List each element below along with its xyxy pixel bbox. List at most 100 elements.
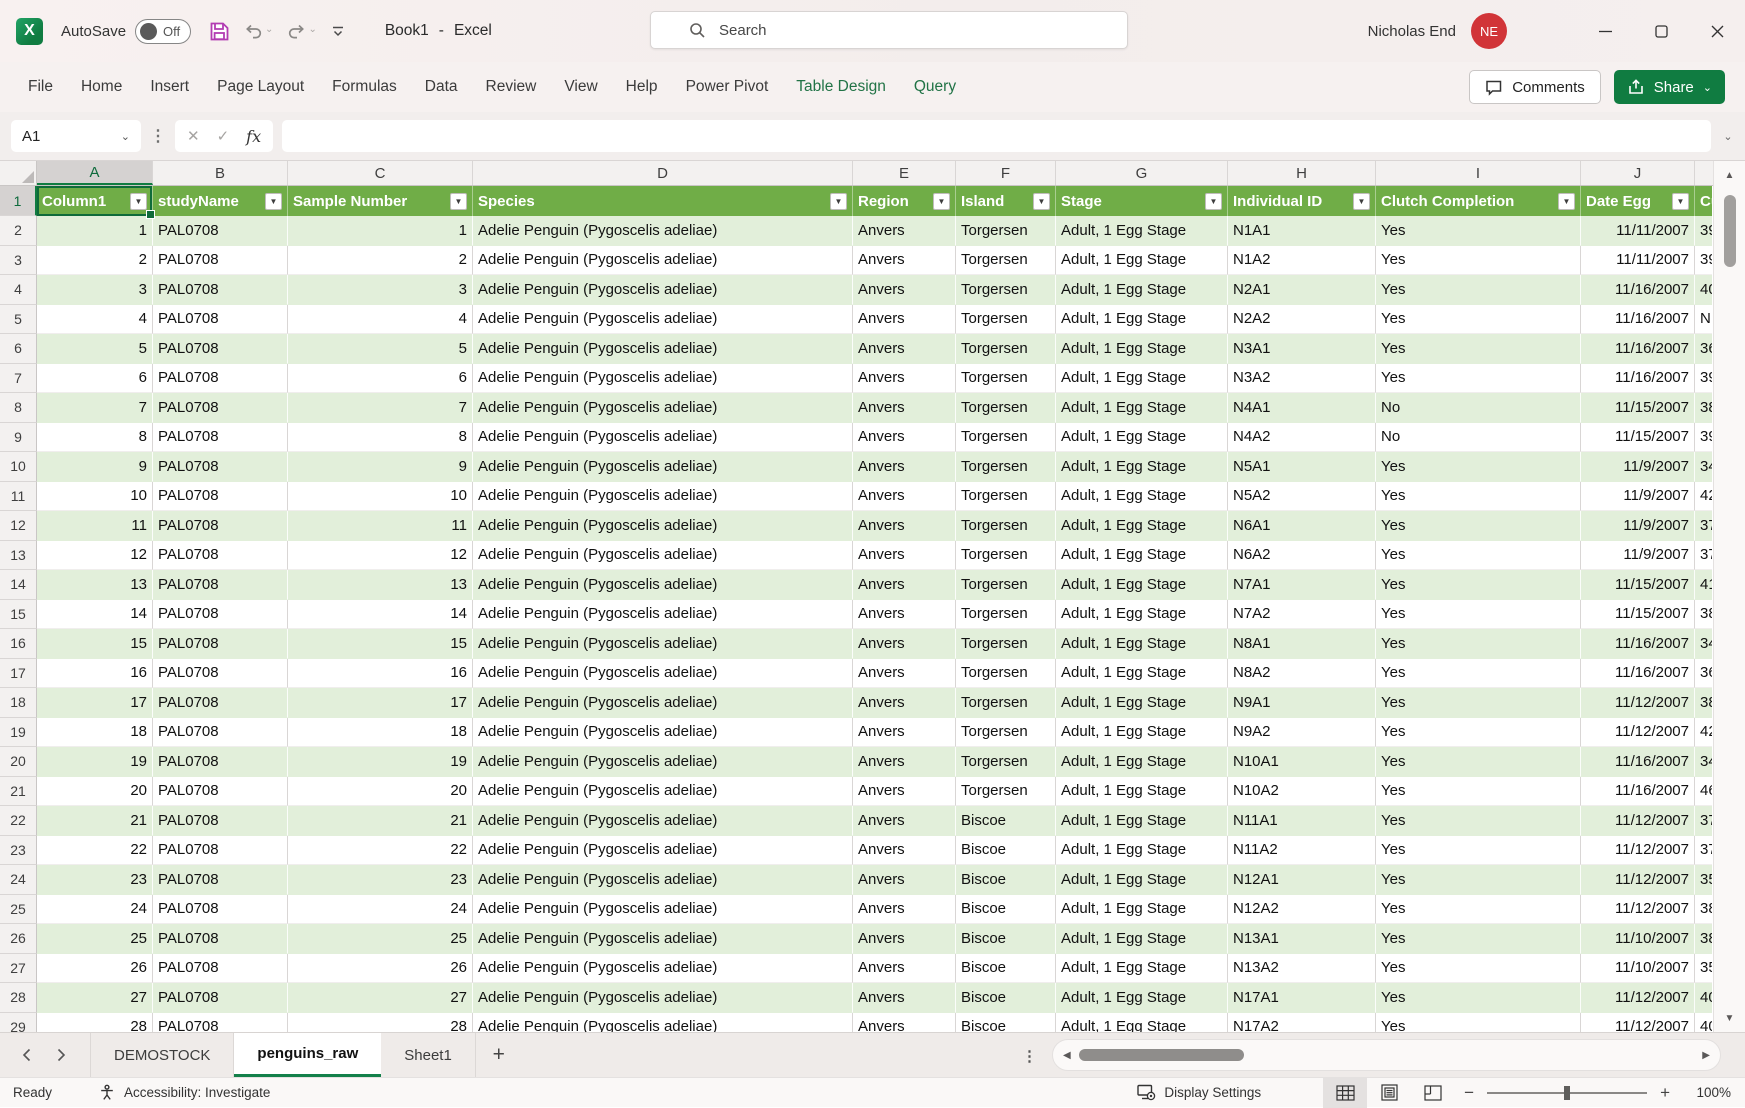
cell-F16[interactable]: Torgersen: [956, 629, 1056, 659]
row-header-7[interactable]: 7: [0, 364, 37, 394]
cell-I25[interactable]: Yes: [1376, 895, 1581, 925]
cell-I22[interactable]: Yes: [1376, 806, 1581, 836]
cell-D6[interactable]: Adelie Penguin (Pygoscelis adeliae): [473, 334, 853, 364]
cell-C27[interactable]: 26: [288, 954, 473, 984]
cell-E7[interactable]: Anvers: [853, 364, 956, 394]
cell-K27[interactable]: 35: [1695, 954, 1712, 984]
column-header-J[interactable]: J: [1581, 161, 1695, 185]
cell-B2[interactable]: PAL0708: [153, 216, 288, 246]
cell-E29[interactable]: Anvers: [853, 1013, 956, 1033]
cell-F27[interactable]: Biscoe: [956, 954, 1056, 984]
cell-H18[interactable]: N9A1: [1228, 688, 1376, 718]
column-header-H[interactable]: H: [1228, 161, 1376, 185]
cell-C18[interactable]: 17: [288, 688, 473, 718]
cell-A24[interactable]: 23: [37, 865, 153, 895]
header-cell-individual-id[interactable]: Individual ID▼: [1228, 186, 1376, 216]
cell-J2[interactable]: 11/11/2007: [1581, 216, 1695, 246]
cell-K4[interactable]: 40: [1695, 275, 1712, 305]
cell-G27[interactable]: Adult, 1 Egg Stage: [1056, 954, 1228, 984]
cell-A20[interactable]: 19: [37, 747, 153, 777]
cell-I13[interactable]: Yes: [1376, 541, 1581, 571]
avatar[interactable]: NE: [1471, 13, 1507, 49]
cell-B5[interactable]: PAL0708: [153, 305, 288, 335]
ribbon-tab-query[interactable]: Query: [900, 62, 970, 112]
cell-B3[interactable]: PAL0708: [153, 246, 288, 276]
cell-A16[interactable]: 15: [37, 629, 153, 659]
ribbon-tab-view[interactable]: View: [550, 62, 611, 112]
enter-button[interactable]: ✓: [217, 127, 230, 145]
cell-I27[interactable]: Yes: [1376, 954, 1581, 984]
cell-B19[interactable]: PAL0708: [153, 718, 288, 748]
normal-view-button[interactable]: [1323, 1078, 1367, 1108]
row-header-11[interactable]: 11: [0, 482, 37, 512]
cell-B20[interactable]: PAL0708: [153, 747, 288, 777]
cell-J11[interactable]: 11/9/2007: [1581, 482, 1695, 512]
cell-E3[interactable]: Anvers: [853, 246, 956, 276]
zoom-level[interactable]: 100%: [1679, 1085, 1731, 1100]
cell-D22[interactable]: Adelie Penguin (Pygoscelis adeliae): [473, 806, 853, 836]
cell-F25[interactable]: Biscoe: [956, 895, 1056, 925]
filter-button-stage[interactable]: ▼: [1205, 193, 1222, 210]
cell-J17[interactable]: 11/16/2007: [1581, 659, 1695, 689]
cell-G10[interactable]: Adult, 1 Egg Stage: [1056, 452, 1228, 482]
cell-J14[interactable]: 11/15/2007: [1581, 570, 1695, 600]
cell-A3[interactable]: 2: [37, 246, 153, 276]
scroll-right-icon[interactable]: ▶: [1702, 1050, 1710, 1061]
cell-F18[interactable]: Torgersen: [956, 688, 1056, 718]
cell-A9[interactable]: 8: [37, 423, 153, 453]
cell-I2[interactable]: Yes: [1376, 216, 1581, 246]
cell-H24[interactable]: N12A1: [1228, 865, 1376, 895]
cell-I4[interactable]: Yes: [1376, 275, 1581, 305]
ribbon-tab-home[interactable]: Home: [67, 62, 136, 112]
cell-F13[interactable]: Torgersen: [956, 541, 1056, 571]
cell-K29[interactable]: 40: [1695, 1013, 1712, 1033]
cell-G14[interactable]: Adult, 1 Egg Stage: [1056, 570, 1228, 600]
cell-H20[interactable]: N10A1: [1228, 747, 1376, 777]
cell-I3[interactable]: Yes: [1376, 246, 1581, 276]
cell-G9[interactable]: Adult, 1 Egg Stage: [1056, 423, 1228, 453]
vertical-scrollbar[interactable]: ▲ ▼: [1713, 161, 1745, 1032]
cell-K9[interactable]: 39: [1695, 423, 1712, 453]
cell-A17[interactable]: 16: [37, 659, 153, 689]
cell-I21[interactable]: Yes: [1376, 777, 1581, 807]
cell-A23[interactable]: 22: [37, 836, 153, 866]
row-header-22[interactable]: 22: [0, 806, 37, 836]
cell-C3[interactable]: 2: [288, 246, 473, 276]
cell-J19[interactable]: 11/12/2007: [1581, 718, 1695, 748]
cell-K19[interactable]: 42: [1695, 718, 1712, 748]
cell-B23[interactable]: PAL0708: [153, 836, 288, 866]
cell-I9[interactable]: No: [1376, 423, 1581, 453]
select-all-corner[interactable]: [0, 161, 37, 185]
cell-D5[interactable]: Adelie Penguin (Pygoscelis adeliae): [473, 305, 853, 335]
cell-H17[interactable]: N8A2: [1228, 659, 1376, 689]
cell-A29[interactable]: 28: [37, 1013, 153, 1033]
redo-dropdown-icon[interactable]: ⌄: [308, 24, 316, 35]
cell-C15[interactable]: 14: [288, 600, 473, 630]
cell-A13[interactable]: 12: [37, 541, 153, 571]
cell-E9[interactable]: Anvers: [853, 423, 956, 453]
cell-E27[interactable]: Anvers: [853, 954, 956, 984]
cell-D28[interactable]: Adelie Penguin (Pygoscelis adeliae): [473, 983, 853, 1013]
cell-A18[interactable]: 17: [37, 688, 153, 718]
row-header-8[interactable]: 8: [0, 393, 37, 423]
zoom-in-button[interactable]: +: [1651, 1083, 1679, 1103]
cell-H25[interactable]: N12A2: [1228, 895, 1376, 925]
maximize-button[interactable]: [1633, 0, 1689, 62]
cell-E22[interactable]: Anvers: [853, 806, 956, 836]
cell-F9[interactable]: Torgersen: [956, 423, 1056, 453]
cell-K5[interactable]: N: [1695, 305, 1712, 335]
cell-E20[interactable]: Anvers: [853, 747, 956, 777]
cell-I24[interactable]: Yes: [1376, 865, 1581, 895]
cell-D20[interactable]: Adelie Penguin (Pygoscelis adeliae): [473, 747, 853, 777]
cell-A28[interactable]: 27: [37, 983, 153, 1013]
name-box[interactable]: A1 ⌄: [11, 120, 141, 152]
cell-F24[interactable]: Biscoe: [956, 865, 1056, 895]
row-header-26[interactable]: 26: [0, 924, 37, 954]
cell-A8[interactable]: 7: [37, 393, 153, 423]
filter-button-individual-id[interactable]: ▼: [1353, 193, 1370, 210]
cell-K11[interactable]: 42: [1695, 482, 1712, 512]
cell-F19[interactable]: Torgersen: [956, 718, 1056, 748]
cell-G22[interactable]: Adult, 1 Egg Stage: [1056, 806, 1228, 836]
cell-E13[interactable]: Anvers: [853, 541, 956, 571]
cell-C14[interactable]: 13: [288, 570, 473, 600]
